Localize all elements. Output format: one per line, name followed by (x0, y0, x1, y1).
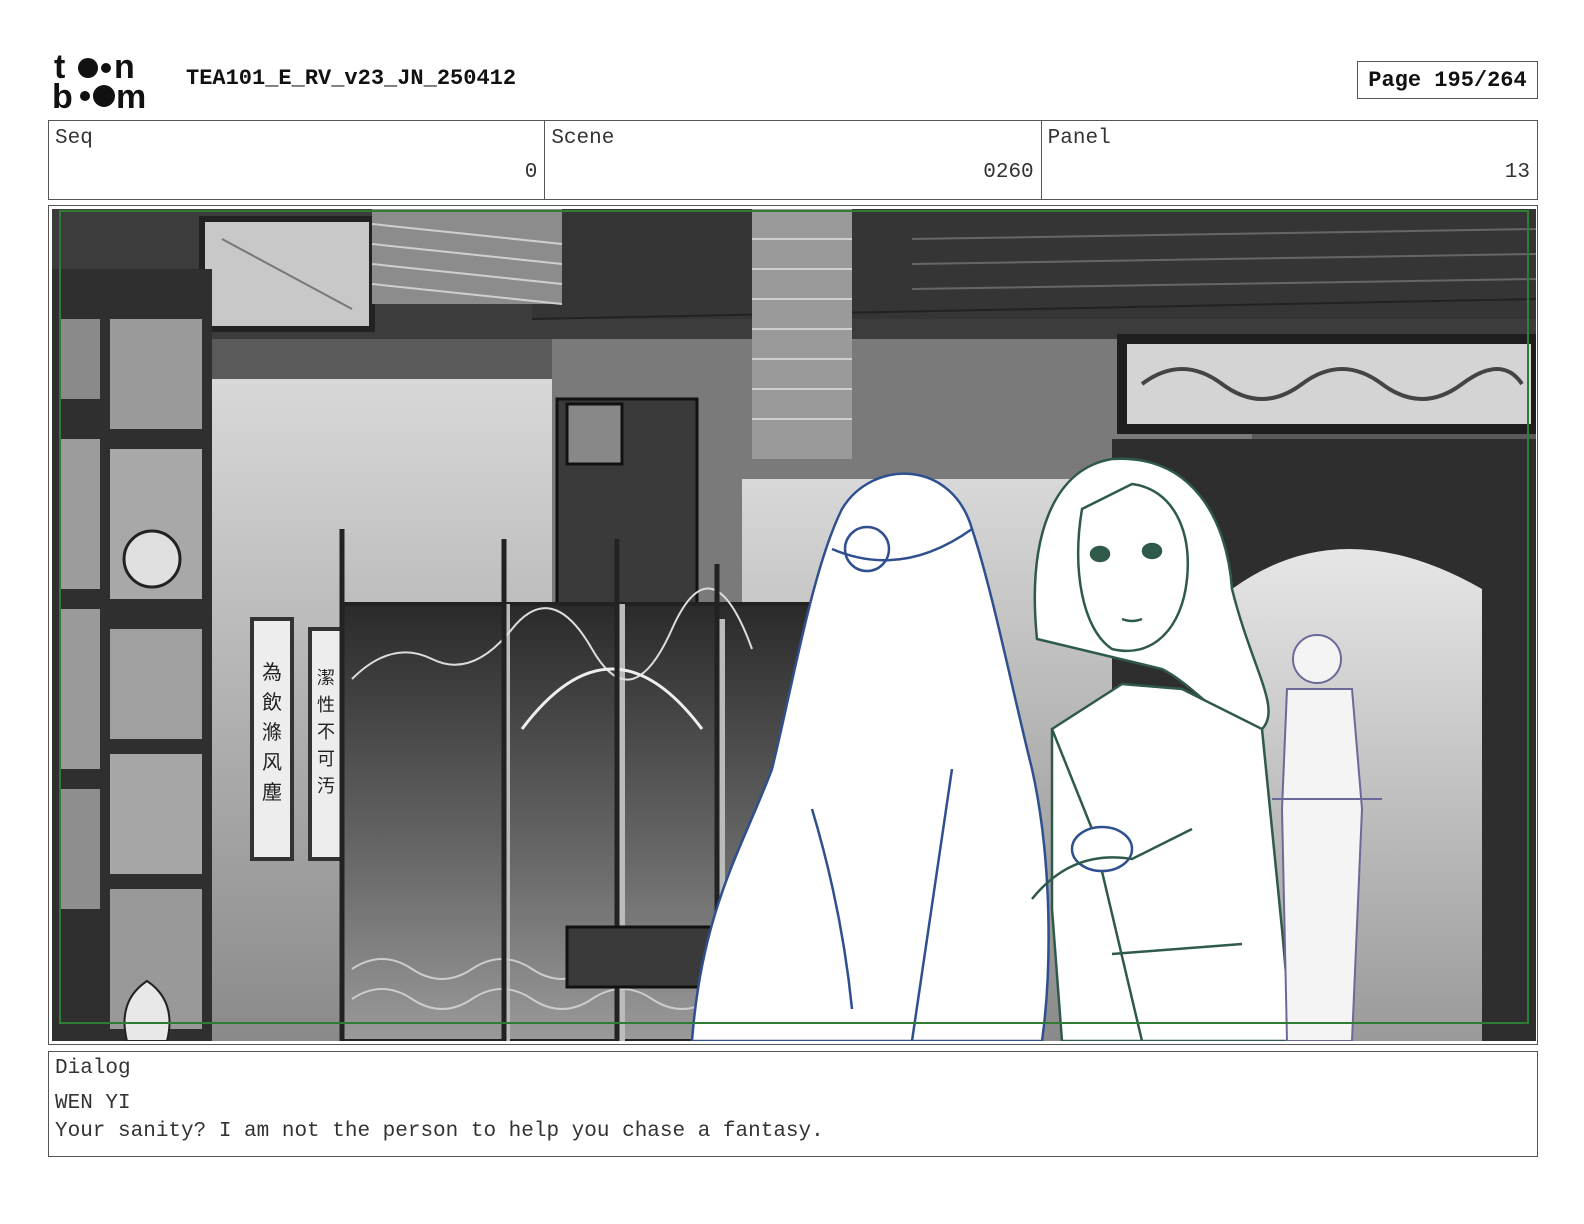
info-row: Seq 0 Scene 0260 Panel 13 (48, 120, 1538, 200)
hanging-scroll-right: 潔 性 不 可 汚 (308, 627, 344, 861)
toon-boom-logo: t n b m (52, 50, 146, 112)
scroll-left-char-5: 塵 (262, 780, 282, 804)
bookshelf (52, 269, 212, 1041)
scroll-left-char-2: 飲 (262, 690, 282, 714)
scroll-left-char-4: 风 (262, 750, 282, 774)
hanging-scroll-left: 為 飲 滌 风 塵 (250, 617, 294, 861)
scene-label: Scene (551, 127, 615, 150)
seq-label: Seq (55, 127, 93, 150)
dialog-box: Dialog WEN YI Your sanity? I am not the … (48, 1051, 1538, 1157)
scroll-right-char-4: 可 (317, 749, 335, 770)
scene-cell: Scene 0260 (545, 121, 1042, 199)
logo-text-top: t n b m (52, 50, 146, 112)
scene-value: 0260 (983, 161, 1034, 184)
scroll-right-char-2: 性 (317, 695, 335, 716)
storyboard-panel-image: 為 飲 滌 风 塵 潔 性 不 可 汚 (52, 209, 1536, 1041)
scroll-right-char-5: 汚 (317, 776, 335, 797)
carved-panel-right (1117, 334, 1536, 434)
seq-cell: Seq 0 (49, 121, 546, 199)
document-title: TEA101_E_RV_v23_JN_250412 (186, 66, 517, 91)
dialog-label: Dialog (55, 1057, 131, 1080)
dialog-speaker: WEN YI (55, 1092, 131, 1115)
panel-label: Panel (1047, 127, 1111, 150)
panel-value: 13 (1504, 161, 1530, 184)
scroll-right-char-3: 不 (317, 722, 335, 743)
held-object (1070, 825, 1134, 873)
page-counter: Page 195/264 (1357, 61, 1538, 99)
scroll-left-char-3: 滌 (262, 720, 282, 744)
scroll-right-char-1: 潔 (317, 668, 335, 689)
scroll-left-char-1: 為 (262, 660, 282, 684)
panel-cell: Panel 13 (1042, 121, 1537, 199)
seq-value: 0 (524, 161, 538, 184)
svg-text:b: b (52, 78, 73, 112)
dialog-line: Your sanity? I am not the person to help… (55, 1120, 824, 1143)
side-table (565, 925, 719, 989)
svg-text:m: m (116, 78, 146, 112)
